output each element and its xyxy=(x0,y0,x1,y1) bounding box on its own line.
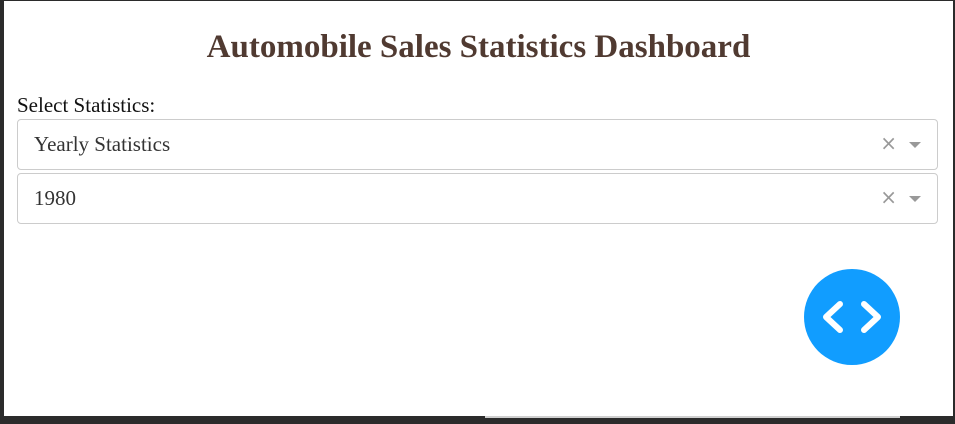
app-frame: Automobile Sales Statistics Dashboard Se… xyxy=(4,1,953,416)
statistics-type-dropdown[interactable]: Yearly Statistics × xyxy=(17,119,938,170)
clear-icon[interactable]: × xyxy=(880,174,897,223)
select-statistics-label: Select Statistics: xyxy=(17,93,156,117)
statistics-type-value: Yearly Statistics xyxy=(34,132,171,156)
page-title: Automobile Sales Statistics Dashboard xyxy=(206,29,751,65)
chevron-down-icon[interactable] xyxy=(909,142,921,148)
chevron-down-icon[interactable] xyxy=(909,196,921,202)
debug-menu-button[interactable] xyxy=(804,269,900,365)
code-brackets-icon xyxy=(823,301,881,333)
divider xyxy=(485,416,900,418)
year-dropdown[interactable]: 1980 × xyxy=(17,173,938,224)
clear-icon[interactable]: × xyxy=(880,120,897,169)
year-value: 1980 xyxy=(34,186,76,210)
